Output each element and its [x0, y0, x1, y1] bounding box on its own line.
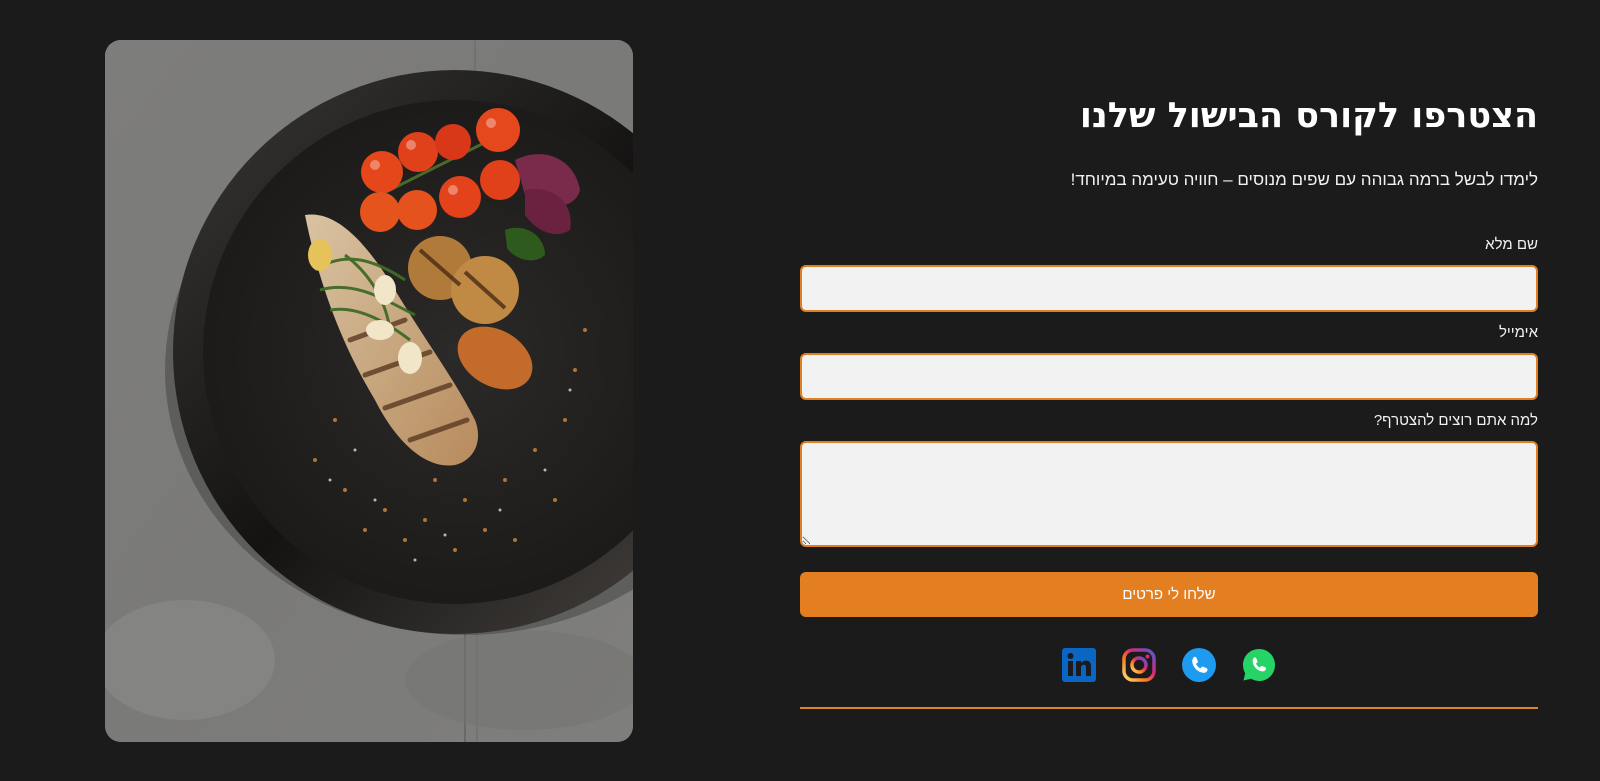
- form-subtitle: לימדו לבשל ברמה גבוהה עם שפים מנוסים – ח…: [1070, 170, 1538, 189]
- food-photo: [105, 40, 633, 742]
- full-name-label: שם מלא: [1485, 236, 1538, 253]
- signup-form: הצטרפו לקורס הבישול שלנו לימדו לבשל ברמה…: [800, 0, 1538, 781]
- grilled-fish-plate-image: [105, 40, 633, 742]
- form-title: הצטרפו לקורס הבישול שלנו: [1079, 96, 1538, 136]
- whatsapp-icon: [1243, 649, 1275, 681]
- divider-line: [800, 707, 1538, 709]
- social-links: [1062, 648, 1276, 682]
- instagram-link[interactable]: [1122, 648, 1156, 682]
- page: הצטרפו לקורס הבישול שלנו לימדו לבשל ברמה…: [0, 0, 1600, 781]
- phone-icon: [1182, 648, 1216, 682]
- email-input[interactable]: [800, 353, 1538, 400]
- linkedin-link[interactable]: [1062, 648, 1096, 682]
- full-name-input[interactable]: [800, 265, 1538, 312]
- linkedin-icon: [1062, 648, 1096, 682]
- instagram-icon: [1122, 648, 1156, 682]
- email-label: אימייל: [1498, 324, 1538, 341]
- phone-link[interactable]: [1182, 648, 1216, 682]
- submit-button[interactable]: שלחו לי פרטים: [800, 572, 1538, 617]
- reason-label: למה אתם רוצים להצטרף?: [1373, 412, 1538, 429]
- reason-textarea[interactable]: [800, 441, 1538, 547]
- whatsapp-link[interactable]: [1242, 648, 1276, 682]
